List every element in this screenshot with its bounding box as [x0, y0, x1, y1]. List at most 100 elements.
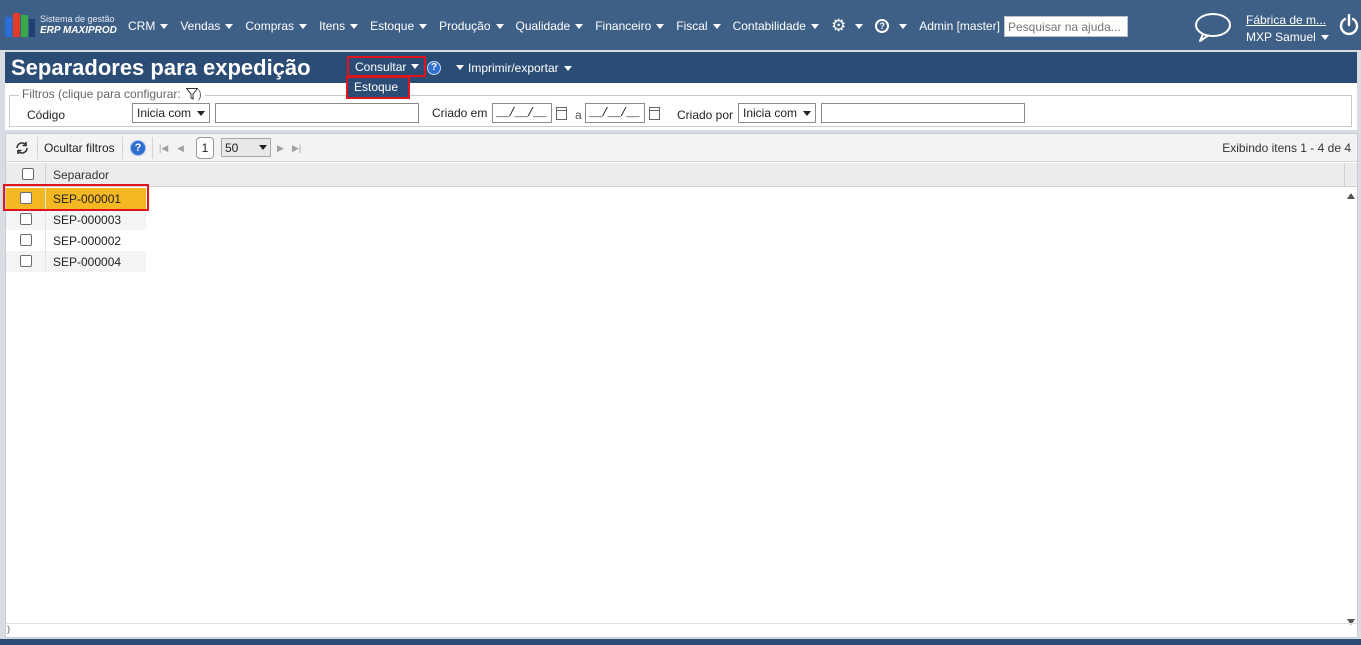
row-checkbox[interactable]	[20, 255, 32, 267]
separador-cell: SEP-000004	[53, 255, 122, 269]
menu-qualidade[interactable]: Qualidade	[516, 19, 584, 33]
table-row[interactable]: SEP-000002	[6, 230, 146, 251]
row-checkbox[interactable]	[20, 213, 32, 225]
criado-por-operator-select[interactable]: Inicia com	[738, 103, 816, 123]
menu-producao-label: Produção	[439, 19, 491, 33]
last-page-icon[interactable]: ▶|	[292, 143, 301, 154]
menu-estoque-label: Estoque	[370, 19, 415, 33]
chevron-down-icon	[160, 23, 169, 29]
page-title: Separadores para expedição	[11, 55, 311, 80]
criado-em-to-input[interactable]: __/__/__	[585, 103, 645, 123]
chevron-down-icon	[1320, 34, 1329, 40]
logo-text[interactable]: Sistema de gestão ERP MAXIPROD	[40, 14, 117, 36]
gear-icon: ⚙	[830, 16, 847, 35]
menu-settings[interactable]: ⚙	[830, 16, 864, 35]
page-number-input[interactable]: 1	[196, 137, 214, 159]
separadores-grid: Ocultar filtros ? |◀ ◀ 1 50 ▶ ▶| Exibind…	[3, 133, 1358, 638]
row-checkbox-cell	[6, 230, 46, 251]
chevron-down-icon	[419, 23, 428, 29]
toolbar-divider	[152, 137, 153, 159]
help-search-input[interactable]	[1004, 16, 1128, 37]
user-menu[interactable]: MXP Samuel	[1246, 30, 1329, 44]
chevron-down-icon	[563, 65, 572, 71]
filters-legend[interactable]: Filtros (clique para configurar: )	[19, 87, 205, 101]
criado-em-from-input[interactable]: __/__/__	[492, 103, 552, 123]
table-row[interactable]: SEP-000003	[6, 209, 146, 230]
menu-compras[interactable]: Compras	[245, 19, 308, 33]
page-header: Separadores para expedição Consultar ? I…	[5, 52, 1357, 83]
first-page-icon[interactable]: |◀	[159, 143, 168, 154]
grid-toolbar: Ocultar filtros ? |◀ ◀ 1 50 ▶ ▶| Exibind…	[6, 134, 1357, 162]
chevron-down-icon	[656, 23, 665, 29]
funnel-icon[interactable]	[185, 88, 198, 100]
company-link[interactable]: Fábrica de m...	[1246, 13, 1326, 27]
row-checkbox-cell	[6, 251, 46, 272]
toolbar-divider	[122, 137, 123, 159]
codigo-input[interactable]	[215, 103, 419, 123]
menu-fiscal[interactable]: Fiscal	[676, 19, 721, 33]
ocultar-filtros-button[interactable]: Ocultar filtros	[44, 141, 115, 155]
menu-fiscal-label: Fiscal	[676, 19, 708, 33]
consultar-menu-button[interactable]: Consultar	[347, 56, 426, 77]
page-size-select[interactable]: 50	[221, 138, 271, 157]
codigo-operator-select[interactable]: Inicia com	[132, 103, 210, 123]
power-icon[interactable]	[1339, 14, 1359, 36]
calendar-icon[interactable]	[649, 107, 660, 120]
imprimir-exportar-menu[interactable]: Imprimir/exportar	[468, 61, 572, 75]
table-row[interactable]: SEP-000004	[6, 251, 146, 272]
horizontal-scrollbar[interactable]: )	[6, 623, 1357, 637]
menu-contabilidade[interactable]: Contabilidade	[733, 19, 819, 33]
menu-itens-label: Itens	[319, 19, 346, 33]
grid-header-row: Separador	[6, 163, 1357, 187]
menu-help[interactable]: ?	[875, 19, 908, 33]
date-range-separator: a	[575, 108, 582, 122]
criado-por-input[interactable]	[821, 103, 1025, 123]
criado-por-label: Criado por	[677, 108, 734, 122]
consultar-label: Consultar	[355, 59, 407, 74]
row-checkbox-cell	[6, 209, 46, 230]
chevron-down-icon	[810, 23, 819, 29]
page-help-icon[interactable]: ?	[427, 61, 441, 75]
menu-producao[interactable]: Produção	[439, 19, 504, 33]
chevron-down-icon[interactable]	[456, 65, 464, 70]
scroll-up-icon[interactable]	[1347, 193, 1355, 199]
menu-estoque[interactable]: Estoque	[370, 19, 428, 33]
grid-help-icon[interactable]: ?	[130, 140, 146, 156]
logo-line2: ERP MAXIPROD	[40, 25, 117, 36]
column-header-separador[interactable]: Separador	[53, 168, 109, 182]
consultar-dropdown-item-estoque[interactable]: Estoque	[346, 76, 410, 99]
separador-cell: SEP-000002	[53, 234, 122, 248]
filters-legend-close: )	[197, 87, 202, 101]
hscroll-mark: )	[7, 624, 10, 634]
maxiprod-logo-icon[interactable]	[5, 13, 35, 37]
next-page-icon[interactable]: ▶	[277, 143, 284, 154]
menu-admin[interactable]: Admin [master]	[919, 19, 1013, 33]
menu-qualidade-label: Qualidade	[515, 19, 571, 33]
vertical-scrollbar[interactable]	[1344, 187, 1357, 625]
row-checkbox[interactable]	[20, 234, 32, 246]
menu-itens[interactable]: Itens	[319, 19, 359, 33]
menu-vendas[interactable]: Vendas	[180, 19, 234, 33]
select-all-checkbox[interactable]	[22, 168, 34, 180]
chat-bubble-icon[interactable]	[1193, 11, 1233, 43]
items-range-text: Exibindo itens 1 - 4 de 4	[1222, 141, 1351, 155]
menu-crm[interactable]: CRM	[128, 19, 169, 33]
menu-crm-label: CRM	[128, 19, 156, 33]
help-icon: ?	[875, 19, 890, 33]
main-menu: CRM Vendas Compras Itens Estoque Produçã…	[128, 16, 1025, 35]
chevron-down-icon	[495, 23, 504, 29]
refresh-icon[interactable]	[14, 140, 30, 156]
menu-compras-label: Compras	[245, 19, 295, 33]
imprimir-label: Imprimir/exportar	[468, 61, 559, 75]
menu-financeiro[interactable]: Financeiro	[595, 19, 665, 33]
calendar-icon[interactable]	[556, 107, 567, 120]
prev-page-icon[interactable]: ◀	[177, 143, 184, 154]
filters-panel: Filtros (clique para configurar: ) Códig…	[5, 83, 1357, 130]
chevron-down-icon	[259, 145, 267, 150]
criado-em-label: Criado em	[432, 106, 488, 120]
chevron-down-icon	[225, 23, 234, 29]
bottom-bar	[0, 639, 1361, 645]
chevron-down-icon	[299, 23, 308, 29]
page-size-value: 50	[225, 140, 239, 155]
menu-financeiro-label: Financeiro	[595, 19, 652, 33]
